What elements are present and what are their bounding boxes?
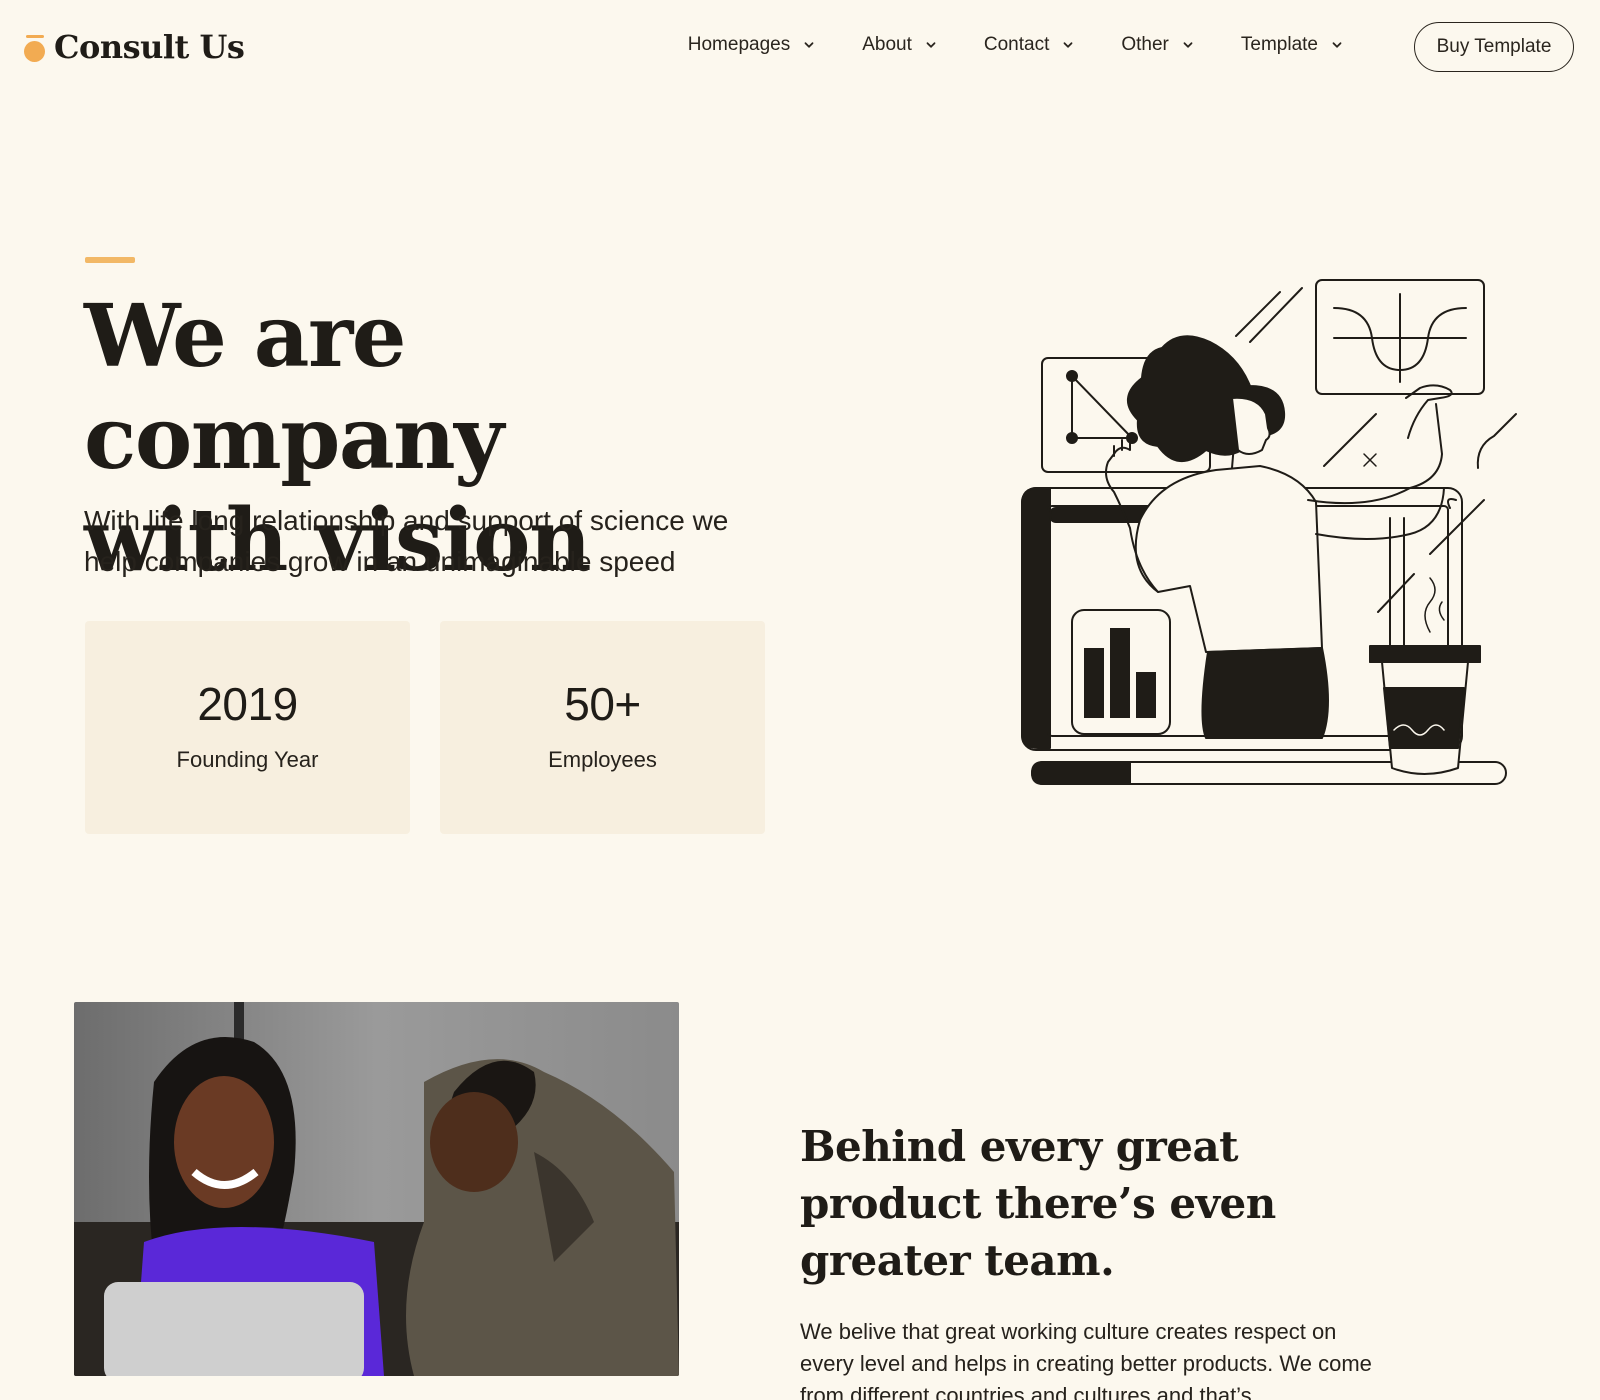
main-menu: Homepages About Contact Other Template: [688, 34, 1342, 56]
stat-label: Employees: [548, 747, 657, 772]
hero-title-line1: We are company: [84, 286, 504, 489]
chevron-down-icon: [926, 42, 936, 48]
hero-illustration: [1021, 279, 1517, 785]
top-nav: Consult Us Homepages About Contact Other…: [0, 0, 1600, 96]
logo-icon: [24, 33, 45, 62]
menu-item-contact[interactable]: Contact: [984, 34, 1073, 56]
hero-subtitle: With life long relationship and support …: [84, 505, 729, 577]
stat-value: 50+: [564, 678, 641, 730]
menu-label: About: [862, 34, 912, 55]
menu-label: Template: [1240, 34, 1318, 55]
hero-accent-line: [85, 257, 135, 263]
team-photo: [74, 1002, 679, 1376]
team-section-body: We belive that great working culture cre…: [800, 1319, 1372, 1400]
menu-label: Other: [1121, 34, 1169, 55]
menu-item-homepages[interactable]: Homepages: [688, 34, 814, 56]
buy-template-button[interactable]: Buy Template: [1414, 22, 1574, 72]
menu-label: Homepages: [687, 34, 791, 55]
menu-item-template[interactable]: Template: [1241, 34, 1342, 56]
stat-card-founding: 2019 Founding Year: [85, 621, 410, 834]
chevron-down-icon: [1063, 42, 1073, 48]
chevron-down-icon: [1332, 42, 1342, 48]
stat-card-employees: 50+ Employees: [440, 621, 765, 834]
team-section-title: Behind every great product there’s even …: [800, 1122, 1276, 1285]
chevron-down-icon: [804, 42, 814, 48]
menu-item-about[interactable]: About: [862, 34, 936, 56]
stat-label: Founding Year: [176, 747, 319, 772]
brand-name: Consult Us: [54, 28, 245, 66]
menu-label: Contact: [983, 34, 1050, 55]
chevron-down-icon: [1183, 42, 1193, 48]
stat-value: 2019: [197, 678, 298, 730]
brand-logo[interactable]: Consult Us: [24, 28, 245, 66]
menu-item-other[interactable]: Other: [1121, 34, 1193, 56]
